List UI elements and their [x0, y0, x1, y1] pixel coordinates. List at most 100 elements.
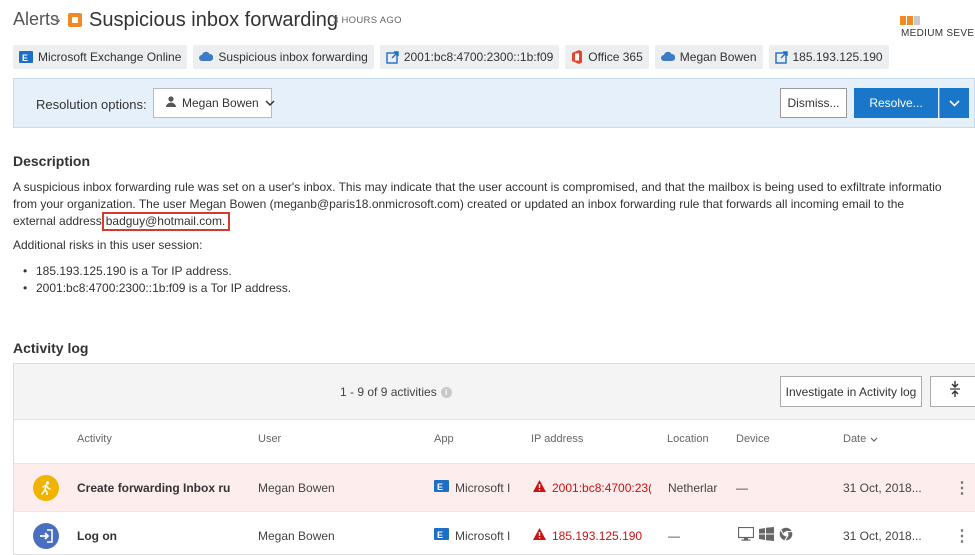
svg-text:E: E: [437, 530, 443, 540]
dismiss-button[interactable]: Dismiss...: [780, 88, 847, 118]
row-more-icon[interactable]: ⋮: [954, 512, 970, 554]
column-activity[interactable]: Activity: [77, 433, 112, 445]
highlighted-email: badguy@hotmail.com.: [101, 212, 231, 231]
activity-log-heading: Activity log: [13, 340, 89, 356]
activity-date: 31 Oct, 2018...: [843, 528, 922, 543]
external-link-icon: [386, 50, 399, 64]
description-text: A suspicious inbox forwarding rule was s…: [13, 179, 975, 231]
expand-collapse-button[interactable]: [930, 376, 975, 407]
page-title: Suspicious inbox forwarding: [89, 9, 339, 31]
breadcrumb-alerts[interactable]: Alerts: [13, 9, 59, 30]
exchange-icon: E: [19, 50, 33, 64]
activity-app[interactable]: E Microsoft I: [434, 512, 516, 554]
chevron-down-icon: [870, 433, 878, 445]
warning-icon: [533, 528, 546, 543]
entity-chip-rule[interactable]: Suspicious inbox forwarding: [193, 45, 374, 69]
running-person-icon: [33, 474, 59, 501]
entity-chip-office[interactable]: Office 365: [565, 45, 649, 69]
expand-collapse-icon: [949, 381, 961, 402]
resolution-user-label: Megan Bowen: [182, 96, 259, 110]
activity-device: —: [736, 480, 748, 495]
exchange-icon: E: [434, 527, 449, 544]
column-location[interactable]: Location: [667, 433, 709, 445]
description-line: external address badguy@hotmail.com.: [13, 212, 975, 231]
activity-app[interactable]: E Microsoft I: [434, 464, 516, 511]
description-text-prefix: external address: [13, 214, 102, 228]
activity-ip[interactable]: 2001:bc8:4700:23(: [533, 464, 651, 511]
row-more-icon[interactable]: ⋮: [954, 464, 970, 511]
entity-chip-label: 2001:bc8:4700:2300::1b:f09: [403, 50, 554, 64]
additional-risks-label: Additional risks in this user session:: [13, 238, 203, 252]
activity-ip-label: 2001:bc8:4700:23(: [552, 480, 651, 495]
activity-name[interactable]: Log on: [77, 512, 117, 554]
activity-ip[interactable]: 185.193.125.190: [533, 512, 643, 554]
list-item: 2001:bc8:4700:2300::1b:f09 is a Tor IP a…: [13, 280, 291, 297]
svg-text:E: E: [437, 482, 443, 492]
cloud-rule-icon: [199, 51, 214, 63]
column-date-label: Date: [843, 433, 867, 445]
activity-user[interactable]: Megan Bowen: [258, 464, 335, 511]
browser-icon: [779, 527, 793, 544]
person-icon: [166, 96, 176, 110]
resolution-label: Resolution options:: [36, 97, 147, 112]
warning-icon: [533, 480, 546, 495]
activity-count-label: 1 - 9 of 9 activities: [340, 385, 437, 399]
entity-chip-label: 185.193.125.190: [792, 50, 883, 64]
entity-chip-label: Office 365: [588, 50, 643, 64]
list-item: 185.193.125.190 is a Tor IP address.: [13, 263, 291, 280]
entity-chip-exchange[interactable]: E Microsoft Exchange Online: [13, 45, 188, 69]
alert-status-icon: [68, 13, 82, 27]
desktop-icon: [738, 526, 755, 544]
risk-list: 185.193.125.190 is a Tor IP address. 200…: [13, 263, 291, 296]
chevron-down-icon: [265, 96, 275, 110]
exchange-icon: E: [434, 479, 449, 496]
external-link-icon: [774, 50, 788, 64]
activity-location: —: [668, 528, 680, 543]
activity-icon-cell: [33, 512, 59, 554]
windows-icon: [759, 527, 774, 544]
entity-chip-label: Microsoft Exchange Online: [38, 50, 182, 64]
table-row[interactable]: Create forwarding Inbox ru Megan Bowen E…: [14, 463, 975, 511]
table-row[interactable]: Log on Megan Bowen E Microsoft I 185.193…: [14, 511, 975, 554]
column-ip-address[interactable]: IP address: [531, 433, 583, 445]
activity-date: 31 Oct, 2018...: [843, 480, 922, 495]
activity-name[interactable]: Create forwarding Inbox ru: [77, 464, 237, 511]
resolution-bar: Resolution options: Megan Bowen Dismiss.…: [13, 78, 975, 128]
entity-chip-user[interactable]: Megan Bowen: [654, 45, 763, 69]
breadcrumb-separator: ›: [55, 10, 61, 29]
description-heading: Description: [13, 153, 91, 169]
activity-log-table: 1 - 9 of 9 activities i Investigate in A…: [13, 363, 975, 555]
entity-chip-label: Suspicious inbox forwarding: [218, 50, 368, 64]
activity-device: [738, 512, 793, 554]
alert-age: 3 HOURS AGO: [333, 15, 402, 26]
info-icon[interactable]: i: [440, 386, 452, 398]
svg-text:E: E: [22, 53, 28, 63]
cloud-user-icon: [660, 51, 675, 63]
activity-log-toolbar: 1 - 9 of 9 activities i Investigate in A…: [14, 364, 975, 420]
resolve-dropdown-button[interactable]: [939, 88, 969, 118]
description-line: from your organization. The user Megan B…: [13, 196, 905, 211]
chevron-down-icon: [949, 94, 960, 112]
severity-label: MEDIUM SEVER: [901, 28, 975, 39]
investigate-button[interactable]: Investigate in Activity log: [780, 376, 922, 407]
office-icon: [571, 50, 583, 64]
entity-chip-label: Megan Bowen: [679, 50, 757, 64]
activity-ip-label: 185.193.125.190: [552, 528, 643, 543]
column-user[interactable]: User: [258, 433, 281, 445]
column-date[interactable]: Date: [843, 433, 878, 445]
entity-chip-ip-v4[interactable]: 185.193.125.190: [768, 45, 889, 69]
activity-user[interactable]: Megan Bowen: [258, 512, 335, 554]
entity-chip-ip-v6[interactable]: 2001:bc8:4700:2300::1b:f09: [379, 45, 560, 69]
activity-app-label: Microsoft I: [455, 528, 511, 543]
activity-app-label: Microsoft I: [455, 480, 511, 495]
column-device[interactable]: Device: [736, 433, 770, 445]
resolution-user-dropdown[interactable]: Megan Bowen: [153, 88, 275, 118]
column-app[interactable]: App: [434, 433, 454, 445]
activity-location: Netherlar: [668, 480, 718, 495]
sign-in-icon: [33, 522, 59, 549]
activity-count: 1 - 9 of 9 activities i: [340, 385, 452, 399]
description-line: A suspicious inbox forwarding rule was s…: [13, 180, 942, 194]
activity-icon-cell: [33, 464, 59, 511]
entity-chips: E Microsoft Exchange Online Suspicious i…: [13, 45, 889, 70]
resolve-button[interactable]: Resolve...: [854, 88, 938, 118]
